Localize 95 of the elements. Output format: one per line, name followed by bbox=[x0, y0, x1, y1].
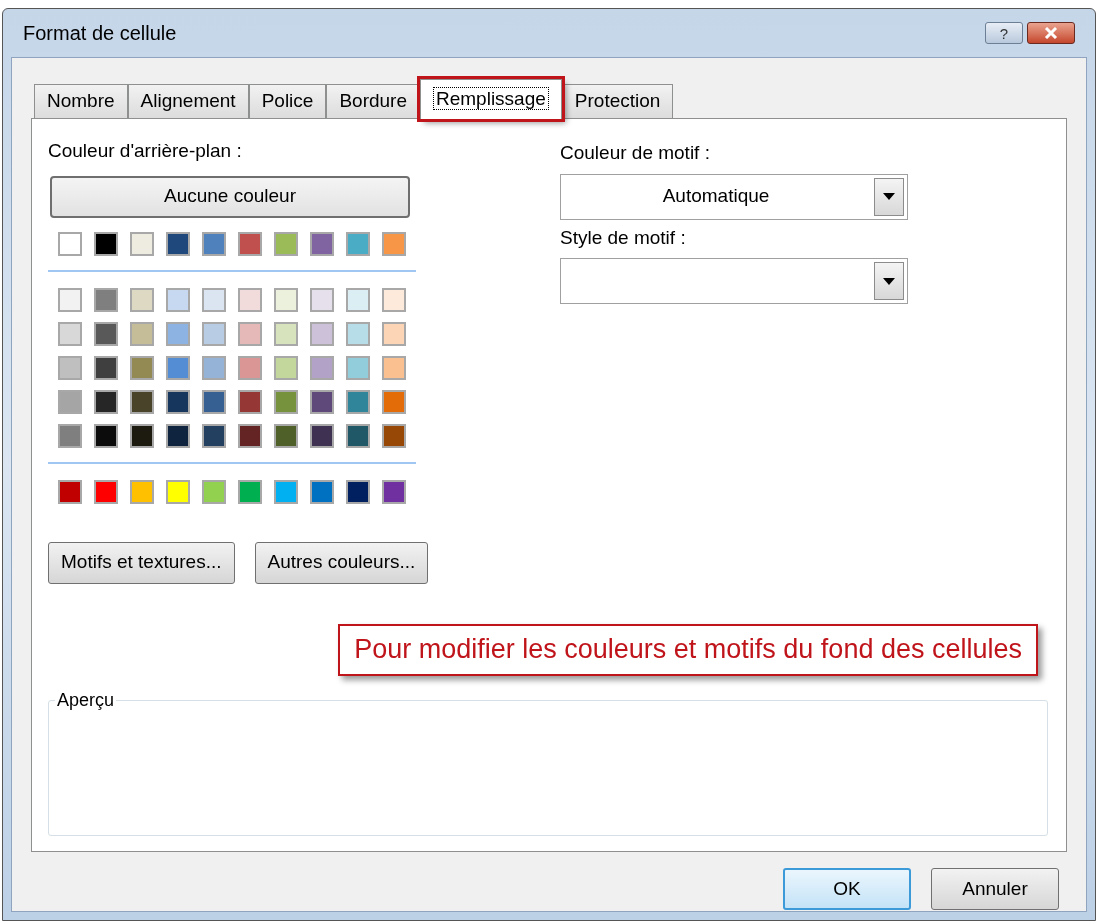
color-swatch[interactable] bbox=[310, 389, 334, 414]
pattern-style-label: Style de motif : bbox=[560, 225, 687, 250]
color-swatch[interactable] bbox=[130, 321, 154, 346]
color-swatch[interactable] bbox=[274, 423, 298, 448]
color-swatch[interactable] bbox=[202, 287, 226, 312]
color-swatch[interactable] bbox=[346, 321, 370, 346]
help-button[interactable]: ? bbox=[985, 22, 1023, 44]
color-swatch[interactable] bbox=[382, 231, 406, 256]
color-swatch[interactable] bbox=[274, 389, 298, 414]
color-swatch[interactable] bbox=[202, 423, 226, 448]
color-swatch[interactable] bbox=[346, 287, 370, 312]
color-swatch[interactable] bbox=[58, 423, 82, 448]
dialog-button[interactable]: Annuler bbox=[931, 868, 1059, 910]
color-swatch[interactable] bbox=[130, 479, 154, 504]
tab[interactable]: Nombre bbox=[34, 84, 128, 118]
color-swatch[interactable] bbox=[58, 479, 82, 504]
color-swatch[interactable] bbox=[58, 355, 82, 380]
color-swatch[interactable] bbox=[310, 287, 334, 312]
color-swatch[interactable] bbox=[346, 355, 370, 380]
color-swatch[interactable] bbox=[274, 355, 298, 380]
tab[interactable]: Alignement bbox=[127, 84, 249, 118]
color-swatch[interactable] bbox=[202, 355, 226, 380]
color-swatch[interactable] bbox=[274, 287, 298, 312]
pattern-color-label: Couleur de motif : bbox=[560, 141, 711, 165]
color-swatch[interactable] bbox=[94, 423, 118, 448]
tab[interactable]: Police bbox=[248, 84, 327, 118]
color-swatch[interactable] bbox=[238, 423, 262, 448]
color-swatch[interactable] bbox=[202, 321, 226, 346]
color-swatch[interactable] bbox=[166, 231, 190, 256]
color-swatch[interactable] bbox=[274, 231, 298, 256]
color-swatch[interactable] bbox=[382, 423, 406, 448]
color-swatch[interactable] bbox=[94, 231, 118, 256]
color-swatch[interactable] bbox=[382, 389, 406, 414]
color-swatch[interactable] bbox=[382, 287, 406, 312]
color-swatch[interactable] bbox=[130, 423, 154, 448]
color-swatch[interactable] bbox=[310, 355, 334, 380]
color-swatch[interactable] bbox=[310, 321, 334, 346]
color-swatch[interactable] bbox=[166, 423, 190, 448]
color-swatch[interactable] bbox=[382, 479, 406, 504]
background-color-label: Couleur d'arrière-plan : bbox=[48, 139, 243, 163]
dialog-button[interactable]: Autres couleurs... bbox=[254, 541, 429, 584]
tab[interactable]: Bordure bbox=[326, 84, 420, 118]
color-swatch[interactable] bbox=[94, 355, 118, 380]
color-swatch[interactable] bbox=[274, 479, 298, 504]
caret-icon bbox=[883, 193, 895, 200]
color-swatch[interactable] bbox=[130, 355, 154, 380]
color-swatch[interactable] bbox=[166, 389, 190, 414]
dropdown-arrow-button[interactable] bbox=[874, 177, 904, 216]
color-swatch[interactable] bbox=[238, 287, 262, 312]
color-swatch[interactable] bbox=[58, 389, 82, 414]
caret-icon bbox=[883, 277, 895, 285]
color-swatch[interactable] bbox=[310, 479, 334, 504]
color-swatch[interactable] bbox=[346, 389, 370, 414]
dropdown-value: Automatique bbox=[662, 184, 770, 209]
color-swatch[interactable] bbox=[238, 479, 262, 504]
color-swatch[interactable] bbox=[274, 321, 298, 346]
color-swatch[interactable] bbox=[238, 389, 262, 414]
dropdown-field[interactable]: Automatique bbox=[560, 173, 908, 220]
color-swatch[interactable] bbox=[94, 287, 118, 312]
dropdown-field[interactable] bbox=[560, 258, 908, 304]
dialog-button[interactable]: Motifs et textures... bbox=[48, 541, 235, 584]
color-swatch[interactable] bbox=[94, 321, 118, 346]
dialog-button[interactable]: OK bbox=[783, 868, 911, 910]
color-swatch[interactable] bbox=[166, 355, 190, 380]
tab[interactable]: Remplissage bbox=[420, 79, 562, 119]
color-swatch[interactable] bbox=[166, 321, 190, 346]
window-title: Format de cellule bbox=[23, 21, 178, 46]
color-swatch[interactable] bbox=[58, 321, 82, 346]
color-swatch[interactable] bbox=[310, 423, 334, 448]
close-button[interactable] bbox=[1027, 22, 1075, 44]
color-swatch[interactable] bbox=[130, 287, 154, 312]
color-swatch[interactable] bbox=[382, 355, 406, 380]
color-swatch[interactable] bbox=[238, 355, 262, 380]
color-swatch[interactable] bbox=[346, 479, 370, 504]
color-swatch[interactable] bbox=[202, 231, 226, 256]
color-swatch[interactable] bbox=[310, 231, 334, 256]
dropdown-arrow-button[interactable] bbox=[874, 262, 904, 300]
color-swatch[interactable] bbox=[166, 479, 190, 504]
color-swatch[interactable] bbox=[382, 321, 406, 346]
no-color-button[interactable]: Aucune couleur bbox=[50, 175, 410, 218]
color-swatch[interactable] bbox=[238, 321, 262, 346]
color-swatch[interactable] bbox=[130, 389, 154, 414]
color-swatch[interactable] bbox=[130, 231, 154, 256]
color-swatch[interactable] bbox=[202, 389, 226, 414]
color-swatch[interactable] bbox=[94, 479, 118, 504]
close-icon bbox=[1044, 27, 1058, 39]
color-swatch[interactable] bbox=[166, 287, 190, 312]
color-swatch[interactable] bbox=[58, 231, 82, 256]
color-swatch[interactable] bbox=[346, 231, 370, 256]
color-swatch[interactable] bbox=[58, 287, 82, 312]
color-swatch[interactable] bbox=[346, 423, 370, 448]
color-swatch[interactable] bbox=[202, 479, 226, 504]
color-swatch[interactable] bbox=[238, 231, 262, 256]
annotation-callout: Pour modifier les couleurs et motifs du fond des cellules bbox=[338, 623, 1038, 676]
color-swatch[interactable] bbox=[94, 389, 118, 414]
